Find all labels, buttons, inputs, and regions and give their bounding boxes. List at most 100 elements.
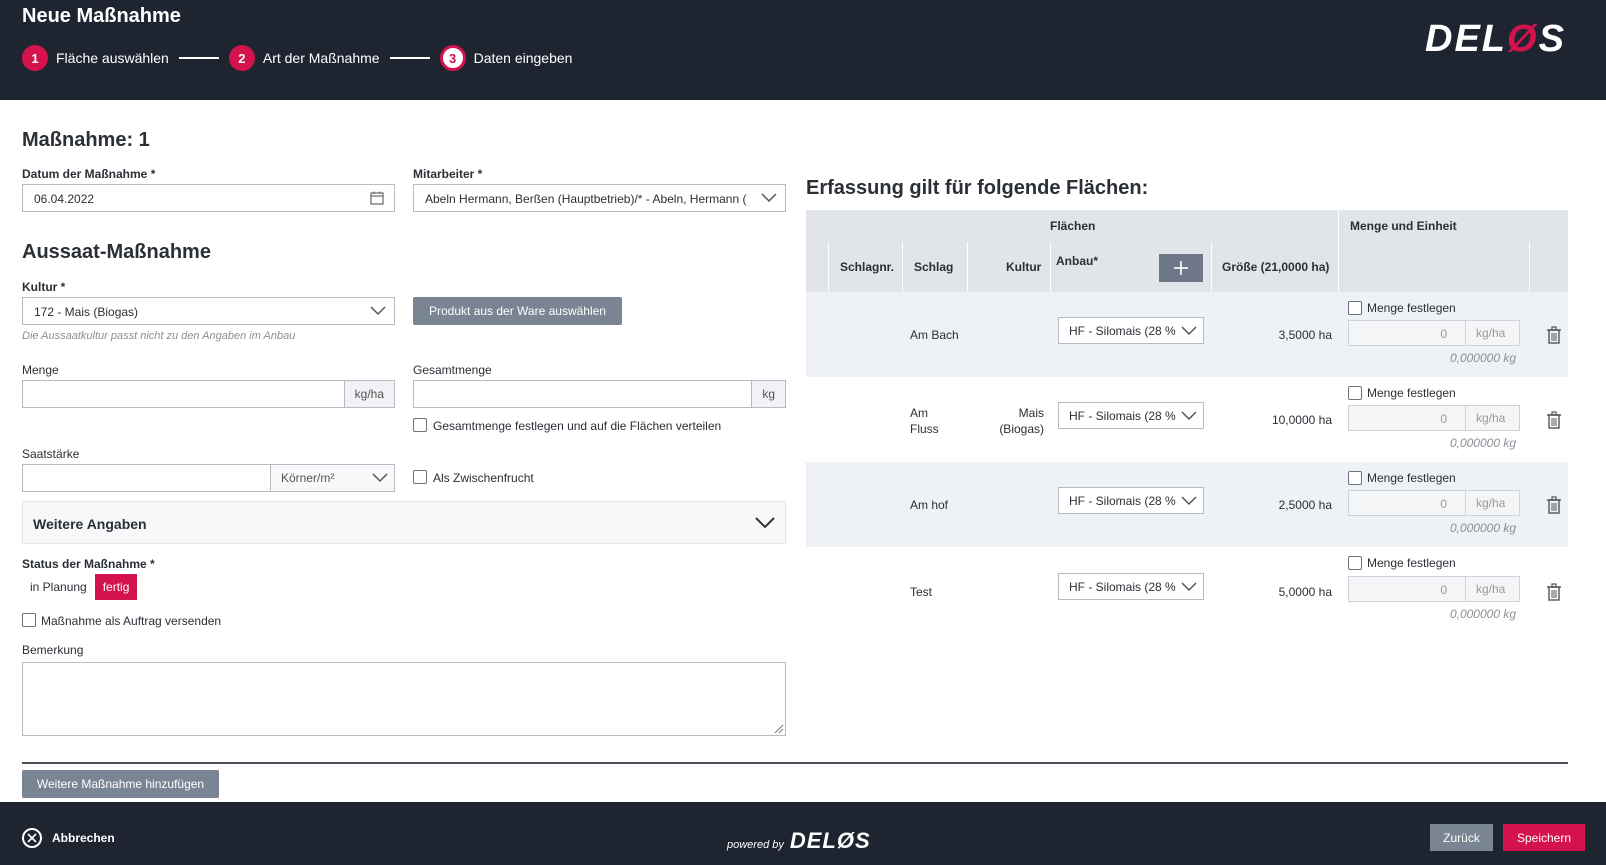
gesamt-checkbox-label: Gesamtmenge festlegen und auf die Fläche… — [433, 419, 722, 433]
kultur-value: 172 - Mais (Biogas) — [34, 305, 139, 319]
calendar-icon[interactable] — [370, 191, 384, 205]
footer-logo: DELØS — [789, 828, 871, 853]
schlag-cell: Am Bach — [910, 328, 959, 342]
saat-unit-select[interactable]: Körner/m² — [270, 465, 394, 491]
col-kultur[interactable]: Kultur — [1006, 260, 1041, 274]
anbau-select[interactable]: HF - Silomais (28 % — [1058, 317, 1204, 344]
total-kg: 0,000000 kg — [1449, 521, 1516, 535]
step-1[interactable]: 1 Fläche auswählen — [22, 45, 169, 71]
anbau-select[interactable]: HF - Silomais (28 % — [1058, 402, 1204, 429]
date-input[interactable]: 06.04.2022 — [22, 184, 395, 212]
status-fertig[interactable]: fertig — [94, 574, 138, 600]
saat-label: Saatstärke — [22, 447, 80, 461]
gesamt-input[interactable]: kg — [413, 380, 786, 408]
menge-input[interactable]: kg/ha — [22, 380, 395, 408]
header-bar: Neue Maßnahme 1 Fläche auswählen 2 Art d… — [0, 0, 1606, 100]
add-anbau-button[interactable] — [1159, 254, 1203, 282]
step-number: 3 — [439, 45, 466, 71]
cancel-label: Abbrechen — [52, 831, 115, 845]
chevron-down-icon — [1181, 496, 1197, 506]
table-title: Erfassung gilt für folgende Flächen: — [806, 177, 1149, 199]
qty-input[interactable]: 0 kg/ha — [1348, 490, 1520, 516]
kultur-hint: Die Aussaatkultur passt nicht zu den Ang… — [22, 330, 296, 342]
employee-select[interactable]: Abeln Hermann, Berßen (Hauptbetrieb)/* -… — [413, 184, 786, 212]
column-divider — [828, 242, 829, 292]
save-button[interactable]: Speichern — [1503, 824, 1585, 851]
saat-input[interactable]: Körner/m² — [22, 464, 395, 492]
column-divider — [1050, 242, 1051, 292]
weitere-angaben-title: Weitere Angaben — [33, 516, 147, 532]
back-button[interactable]: Zurück — [1430, 824, 1493, 851]
menge-festlegen-checkbox[interactable] — [1348, 471, 1362, 485]
powered-by-text: powered by — [727, 839, 784, 851]
menge-festlegen-checkbox[interactable] — [1348, 556, 1362, 570]
qty-unit: kg/ha — [1465, 321, 1519, 345]
groesse-cell: 2,5000 ha — [1278, 498, 1332, 512]
auftrag-label: Maßnahme als Auftrag versenden — [41, 614, 222, 628]
menge-festlegen-label: Menge festlegen — [1367, 471, 1456, 485]
anbau-select[interactable]: HF - Silomais (28 % — [1058, 573, 1204, 600]
anbau-value: HF - Silomais (28 % — [1069, 494, 1176, 508]
auftrag-checkbox[interactable] — [22, 613, 36, 627]
measure-heading: Maßnahme: 1 — [22, 129, 150, 151]
trash-icon[interactable] — [1546, 583, 1562, 601]
anbau-select[interactable]: HF - Silomais (28 % — [1058, 487, 1204, 514]
gesamt-unit: kg — [751, 381, 785, 407]
qty-unit: kg/ha — [1465, 577, 1519, 601]
qty-input[interactable]: 0 kg/ha — [1348, 320, 1520, 346]
table-row: Am Bach HF - Silomais (28 % 3,5000 ha Me… — [806, 292, 1568, 377]
group-menge: Menge und Einheit — [1350, 219, 1457, 233]
col-schlagnr[interactable]: Schlagnr. — [840, 260, 894, 274]
cancel-button[interactable]: Abbrechen — [22, 828, 115, 848]
qty-value: 0 — [1440, 412, 1447, 426]
close-circle-icon — [22, 828, 42, 848]
anbau-value: HF - Silomais (28 % — [1069, 580, 1176, 594]
menge-festlegen-checkbox[interactable] — [1348, 386, 1362, 400]
step-connector — [389, 57, 430, 59]
trash-icon[interactable] — [1546, 411, 1562, 429]
groesse-cell: 5,0000 ha — [1278, 585, 1332, 599]
col-schlag[interactable]: Schlag — [914, 260, 953, 274]
schlag-cell: Test — [910, 585, 933, 599]
menge-festlegen-label: Menge festlegen — [1367, 386, 1456, 400]
chevron-down-icon — [1181, 411, 1197, 421]
col-anbau[interactable]: Anbau* — [1056, 254, 1098, 268]
status-in-planung[interactable]: in Planung — [22, 574, 95, 600]
trash-icon[interactable] — [1546, 326, 1562, 344]
stepper: 1 Fläche auswählen 2 Art der Maßnahme 3 … — [22, 45, 572, 71]
qty-input[interactable]: 0 kg/ha — [1348, 576, 1520, 602]
menge-festlegen-label: Menge festlegen — [1367, 556, 1456, 570]
step-3[interactable]: 3 Daten eingeben — [439, 45, 572, 71]
chevron-down-icon — [755, 517, 775, 529]
footer-bar: Abbrechen powered by DELØS Zurück Speich… — [0, 802, 1606, 865]
product-select-button[interactable]: Produkt aus der Ware auswählen — [413, 297, 622, 325]
total-kg: 0,000000 kg — [1449, 607, 1516, 621]
step-label: Art der Maßnahme — [262, 50, 380, 66]
logo-part: DEL — [1425, 18, 1507, 60]
chevron-down-icon — [761, 193, 777, 203]
table-group-header: Flächen Menge und Einheit — [806, 210, 1568, 242]
column-divider — [902, 242, 903, 292]
add-measure-button[interactable]: Weitere Maßnahme hinzufügen — [22, 770, 219, 798]
resize-handle-icon[interactable] — [772, 722, 784, 734]
kultur-cell: Mais (Biogas) — [999, 406, 1044, 436]
step-number: 1 — [22, 45, 48, 71]
total-kg: 0,000000 kg — [1449, 351, 1516, 365]
trash-icon[interactable] — [1546, 496, 1562, 514]
zwischenfrucht-checkbox[interactable] — [413, 470, 427, 484]
kultur-select[interactable]: 172 - Mais (Biogas) — [22, 297, 395, 325]
table-row: Test HF - Silomais (28 % 5,0000 ha Menge… — [806, 547, 1568, 632]
qty-input[interactable]: 0 kg/ha — [1348, 405, 1520, 431]
gesamt-checkbox[interactable] — [413, 418, 427, 432]
col-groesse[interactable]: Größe (21,0000 ha) — [1222, 260, 1329, 274]
qty-unit: kg/ha — [1465, 406, 1519, 430]
schlag-cell: Am Fluss — [910, 406, 939, 436]
weitere-angaben-panel[interactable]: Weitere Angaben — [22, 501, 786, 544]
bemerkung-textarea[interactable] — [22, 662, 786, 736]
step-2[interactable]: 2 Art der Maßnahme — [228, 45, 380, 71]
delos-logo: DELØS — [1425, 18, 1566, 61]
menge-festlegen-label: Menge festlegen — [1367, 301, 1456, 315]
menge-unit: kg/ha — [343, 381, 394, 407]
menge-festlegen-checkbox[interactable] — [1348, 301, 1362, 315]
plus-icon — [1174, 261, 1188, 275]
